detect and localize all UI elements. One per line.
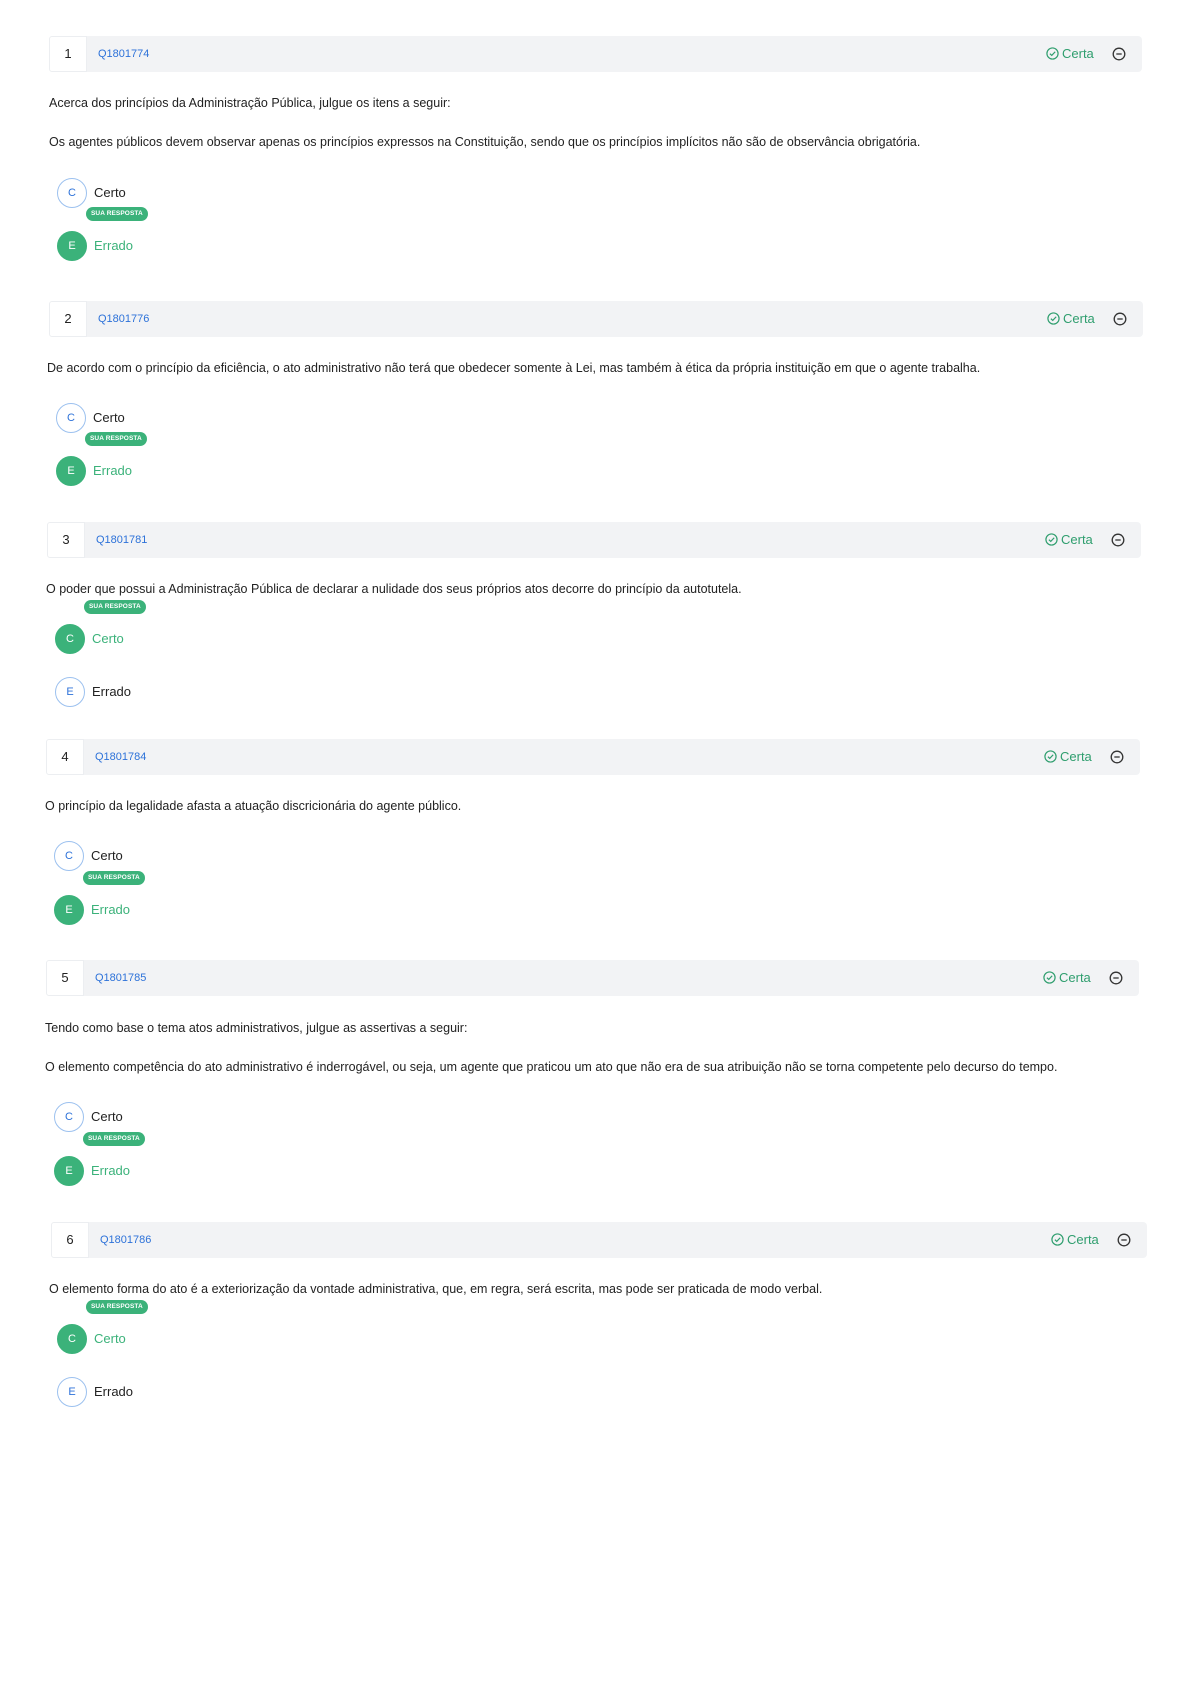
option-label: Certo [91,1109,123,1124]
option-letter-circle[interactable]: C [54,841,84,871]
status-badge: Certa [1044,739,1092,775]
question-statement: O elemento competência do ato administra… [45,1060,1058,1074]
question-header: 6 Q1801786 Certa [51,1222,1147,1258]
question-statement: O elemento forma do ato é a exteriorizaç… [49,1282,823,1296]
option-letter-circle[interactable]: C [54,1102,84,1132]
collapse-icon[interactable] [1110,750,1124,764]
option-letter-circle[interactable]: C [57,178,87,208]
option-letter-circle[interactable]: E [56,456,86,486]
your-answer-badge: SUA RESPOSTA [83,1132,145,1146]
question-number: 1 [49,36,87,72]
check-circle-icon [1044,750,1057,763]
your-answer-badge: SUA RESPOSTA [86,207,148,221]
option-label: Certo [92,631,124,646]
option-label: Errado [94,238,134,253]
your-answer-badge: SUA RESPOSTA [83,871,145,885]
option-label: Errado [94,1384,134,1399]
check-circle-icon [1051,1233,1064,1246]
status-badge: Certa [1047,301,1095,337]
option-letter-circle[interactable]: C [57,1324,87,1354]
status-text: Certa [1067,1232,1099,1247]
question-id-link[interactable]: Q1801784 [95,739,146,775]
status-text: Certa [1061,532,1093,547]
question-number: 4 [46,739,84,775]
status-badge: Certa [1043,960,1091,996]
collapse-icon[interactable] [1109,971,1123,985]
question-id-link[interactable]: Q1801786 [100,1222,151,1258]
option-label: Errado [92,684,132,699]
option-letter-circle[interactable]: E [54,895,84,925]
question-statement: O princípio da legalidade afasta a atuaç… [45,799,462,813]
question-header: 1 Q1801774 Certa [49,36,1142,72]
collapse-icon[interactable] [1112,47,1126,61]
option-label: Errado [91,902,131,917]
option-letter-circle[interactable]: C [55,624,85,654]
question-number: 5 [46,960,84,996]
your-answer-badge: SUA RESPOSTA [84,600,146,614]
option-letter-circle[interactable]: E [55,677,85,707]
your-answer-badge: SUA RESPOSTA [85,432,147,446]
question-id-link[interactable]: Q1801785 [95,960,146,996]
option-label: Certo [94,1331,126,1346]
check-circle-icon [1043,971,1056,984]
status-badge: Certa [1046,36,1094,72]
question-header: 2 Q1801776 Certa [49,301,1143,337]
status-text: Certa [1060,749,1092,764]
option-label: Errado [91,1163,131,1178]
option-label: Certo [93,410,125,425]
status-text: Certa [1059,970,1091,985]
collapse-icon[interactable] [1117,1233,1131,1247]
check-circle-icon [1047,312,1060,325]
status-badge: Certa [1051,1222,1099,1258]
option-label: Certo [91,848,123,863]
check-circle-icon [1046,47,1059,60]
option-letter-circle[interactable]: E [57,231,87,261]
question-intro: Tendo como base o tema atos administrati… [45,1021,468,1035]
question-intro: Acerca dos princípios da Administração P… [49,96,451,110]
option-letter-circle[interactable]: C [56,403,86,433]
question-header: 3 Q1801781 Certa [47,522,1141,558]
question-id-link[interactable]: Q1801776 [98,301,149,337]
question-header: 4 Q1801784 Certa [46,739,1140,775]
question-number: 3 [47,522,85,558]
question-id-link[interactable]: Q1801781 [96,522,147,558]
check-circle-icon [1045,533,1058,546]
your-answer-badge: SUA RESPOSTA [86,1300,148,1314]
status-badge: Certa [1045,522,1093,558]
option-label: Certo [94,185,126,200]
option-letter-circle[interactable]: E [57,1377,87,1407]
question-statement: O poder que possui a Administração Públi… [46,582,742,596]
status-text: Certa [1062,46,1094,61]
question-statement: Os agentes públicos devem observar apena… [49,135,921,149]
question-id-link[interactable]: Q1801774 [98,36,149,72]
question-number: 6 [51,1222,89,1258]
question-number: 2 [49,301,87,337]
status-text: Certa [1063,311,1095,326]
option-letter-circle[interactable]: E [54,1156,84,1186]
option-label: Errado [93,463,133,478]
collapse-icon[interactable] [1111,533,1125,547]
question-header: 5 Q1801785 Certa [46,960,1139,996]
question-statement: De acordo com o princípio da eficiência,… [47,361,981,375]
collapse-icon[interactable] [1113,312,1127,326]
